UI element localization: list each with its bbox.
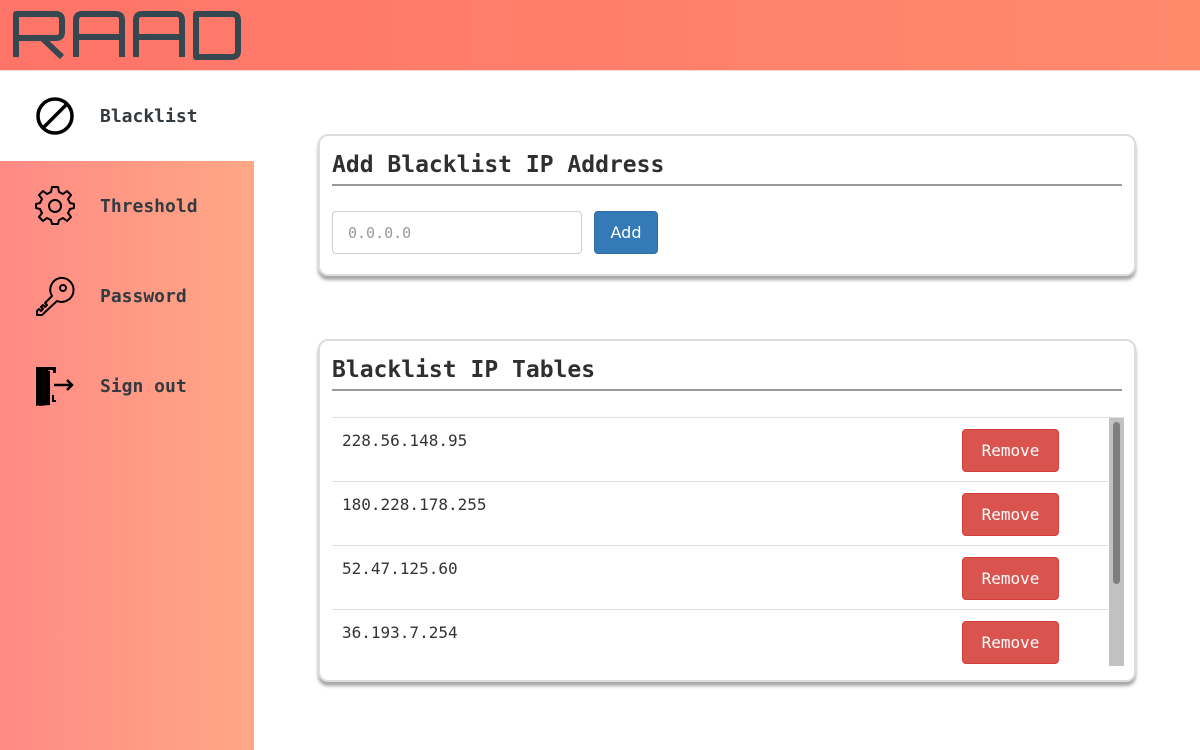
sidebar-item-sign-out[interactable]: Sign out [0, 341, 254, 431]
table-row: 180.228.178.255 Remove [332, 482, 1108, 546]
sidebar-item-label: Password [100, 285, 187, 307]
add-blacklist-card: Add Blacklist IP Address Add [318, 134, 1136, 276]
add-blacklist-title: Add Blacklist IP Address [332, 152, 665, 178]
sidebar-item-label: Blacklist [100, 105, 198, 127]
ip-address-cell: 180.228.178.255 [342, 495, 487, 514]
sidebar-item-password[interactable]: Password [0, 251, 254, 341]
blacklist-table-card: Blacklist IP Tables 228.56.148.95 Remove… [318, 339, 1136, 682]
remove-button[interactable]: Remove [962, 429, 1059, 472]
ip-address-cell: 36.193.7.254 [342, 623, 458, 642]
sidebar-item-blacklist[interactable]: Blacklist [0, 71, 254, 161]
raad-logo: RAAD [13, 11, 241, 60]
sidebar: Blacklist Threshold Password Sign out [0, 71, 254, 750]
top-header: RAAD [0, 0, 1200, 71]
ip-address-cell: 228.56.148.95 [342, 431, 468, 450]
table-row: 228.56.148.95 Remove [332, 418, 1108, 482]
blacklist-table[interactable]: 228.56.148.95 Remove 180.228.178.255 Rem… [332, 417, 1124, 666]
remove-button[interactable]: Remove [962, 493, 1059, 536]
sign-out-icon [34, 365, 76, 407]
key-icon [34, 275, 76, 317]
add-button[interactable]: Add [594, 211, 658, 254]
ip-address-cell: 52.47.125.60 [342, 559, 458, 578]
title-divider [332, 184, 1122, 186]
table-row: 36.193.7.254 Remove [332, 610, 1108, 666]
remove-button[interactable]: Remove [962, 557, 1059, 600]
blacklist-table-title: Blacklist IP Tables [332, 357, 596, 383]
gear-icon [34, 185, 76, 227]
sidebar-item-label: Threshold [100, 195, 198, 217]
sidebar-item-threshold[interactable]: Threshold [0, 161, 254, 251]
scrollbar-thumb[interactable] [1113, 422, 1120, 584]
title-divider [332, 389, 1122, 391]
table-scrollbar[interactable] [1109, 418, 1124, 666]
ban-icon [34, 95, 76, 137]
sidebar-item-label: Sign out [100, 375, 187, 397]
remove-button[interactable]: Remove [962, 621, 1059, 664]
ip-address-input[interactable] [332, 211, 582, 254]
table-row: 52.47.125.60 Remove [332, 546, 1108, 610]
